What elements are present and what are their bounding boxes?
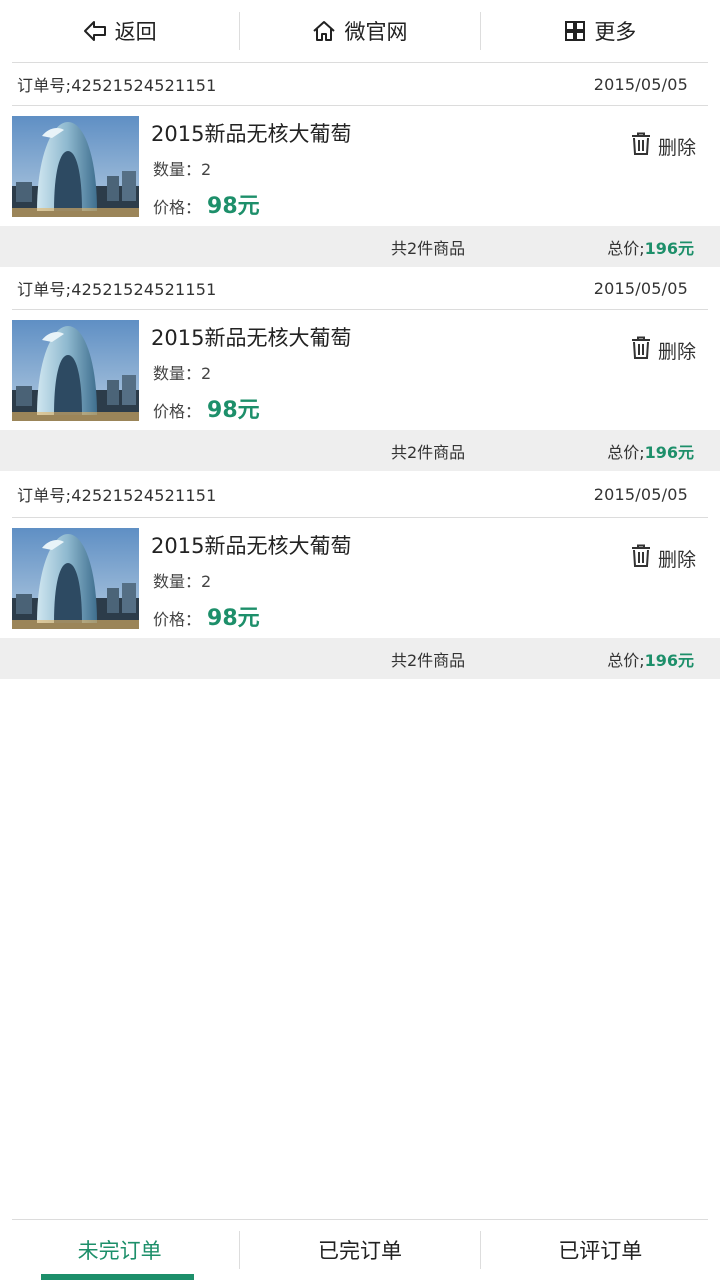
order-card: 订单号;42521524521151 2015/05/05 2015新品无核大葡… (0, 267, 720, 471)
order-date: 2015/05/05 (593, 484, 688, 504)
price-row: 价格： 98元 (153, 188, 260, 220)
item-count: 共2件商品 (391, 650, 466, 670)
total-label: 总价; (607, 442, 645, 462)
order-item[interactable]: 2015新品无核大葡萄 数量：2 价格： 98元 删除 (0, 310, 720, 430)
price-label: 价格： (153, 402, 202, 421)
delete-button[interactable]: 删除 (630, 544, 696, 573)
delete-button[interactable]: 删除 (630, 132, 696, 161)
top-nav: 返回 微官网 更多 (0, 0, 720, 62)
total-value: 196元 (644, 442, 694, 462)
total-label: 总价; (607, 238, 645, 258)
product-image[interactable] (12, 320, 139, 421)
price-row: 价格： 98元 (153, 600, 260, 632)
product-name[interactable]: 2015新品无核大葡萄 (151, 530, 351, 560)
order-date: 2015/05/05 (593, 74, 688, 94)
order-card: 订单号;42521524521151 2015/05/05 2015新品无核大葡… (0, 471, 720, 679)
tab-finished-orders[interactable]: 已完订单 (240, 1220, 479, 1280)
home-label: 微官网 (344, 20, 408, 44)
order-item[interactable]: 2015新品无核大葡萄 数量：2 价格： 98元 删除 (0, 518, 720, 638)
price-value: 98元 (207, 606, 260, 631)
product-name[interactable]: 2015新品无核大葡萄 (151, 322, 351, 352)
total-value: 196元 (644, 238, 694, 258)
tab-label: 已评订单 (558, 1239, 643, 1263)
delete-label: 删除 (657, 341, 696, 363)
order-header: 订单号;42521524521151 2015/05/05 (0, 471, 720, 517)
back-arrow-icon (83, 20, 107, 42)
tab-label: 已完订单 (317, 1239, 402, 1263)
product-image[interactable] (12, 116, 139, 217)
tab-reviewed-orders[interactable]: 已评订单 (481, 1220, 720, 1280)
more-button[interactable]: 更多 (481, 12, 720, 50)
active-tab-indicator (41, 1274, 194, 1280)
order-list: 订单号;42521524521151 2015/05/05 2015新品无核大葡… (0, 63, 720, 679)
product-image[interactable] (12, 528, 139, 629)
product-name[interactable]: 2015新品无核大葡萄 (151, 118, 351, 148)
order-number: 订单号;42521524521151 (17, 486, 217, 505)
home-icon (312, 19, 336, 43)
back-button[interactable]: 返回 (0, 12, 239, 50)
quantity-text: 数量：2 (153, 364, 212, 383)
grid-icon (564, 20, 586, 42)
delete-label: 删除 (657, 137, 696, 159)
order-footer: 共2件商品 总价; 196元 (0, 430, 720, 471)
delete-label: 删除 (657, 549, 696, 571)
price-row: 价格： 98元 (153, 392, 260, 424)
trash-icon (630, 544, 652, 573)
total-label: 总价; (607, 650, 645, 670)
tab-unfinished-orders[interactable]: 未完订单 (0, 1220, 239, 1280)
home-button[interactable]: 微官网 (240, 12, 479, 50)
total-value: 196元 (644, 650, 694, 670)
quantity-text: 数量：2 (153, 572, 212, 591)
order-item[interactable]: 2015新品无核大葡萄 数量：2 价格： 98元 删除 (0, 106, 720, 226)
quantity-text: 数量：2 (153, 160, 212, 179)
tab-label: 未完订单 (77, 1239, 162, 1263)
order-number: 订单号;42521524521151 (17, 280, 217, 299)
bottom-tab-bar: 未完订单 已完订单 已评订单 (0, 1220, 720, 1280)
order-date: 2015/05/05 (593, 278, 688, 298)
price-label: 价格： (153, 610, 202, 629)
order-header: 订单号;42521524521151 2015/05/05 (0, 267, 720, 309)
page: 返回 微官网 更多 订单号;42521524521151 2015/05/05 … (0, 0, 720, 1280)
trash-icon (630, 132, 652, 161)
item-count: 共2件商品 (391, 238, 466, 258)
price-label: 价格： (153, 198, 202, 217)
order-number: 订单号;42521524521151 (17, 76, 217, 95)
price-value: 98元 (207, 194, 260, 219)
order-footer: 共2件商品 总价; 196元 (0, 226, 720, 267)
price-value: 98元 (207, 398, 260, 423)
trash-icon (630, 336, 652, 365)
delete-button[interactable]: 删除 (630, 336, 696, 365)
order-card: 订单号;42521524521151 2015/05/05 2015新品无核大葡… (0, 63, 720, 267)
order-footer: 共2件商品 总价; 196元 (0, 638, 720, 679)
more-label: 更多 (594, 20, 637, 44)
order-header: 订单号;42521524521151 2015/05/05 (0, 63, 720, 105)
back-label: 返回 (114, 20, 157, 44)
item-count: 共2件商品 (391, 442, 466, 462)
